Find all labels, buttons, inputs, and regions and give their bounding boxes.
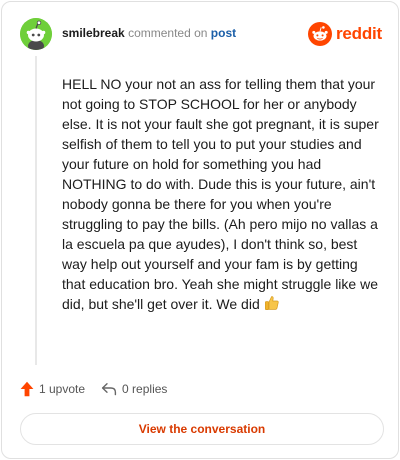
comment-text: HELL NO your not an ass for telling them… <box>62 76 379 312</box>
comment-header: smilebreak commented on post <box>62 26 236 40</box>
reddit-snoo-icon <box>307 22 332 46</box>
comment-body: HELL NO your not an ass for telling them… <box>62 74 384 316</box>
thumbs-up-icon <box>264 295 280 316</box>
comment-actions: 1 upvote 0 replies <box>20 380 167 398</box>
reddit-wordmark: reddit <box>335 24 382 43</box>
username-link[interactable]: smilebreak <box>62 26 125 40</box>
comment-card: smilebreak commented on post reddit HELL… <box>1 1 399 459</box>
commented-on-label: commented on <box>128 26 208 40</box>
reply-count: 0 replies <box>122 382 168 396</box>
post-link[interactable]: post <box>211 26 236 40</box>
thread-line[interactable] <box>35 56 37 365</box>
avatar[interactable] <box>20 18 52 50</box>
view-conversation-button[interactable]: View the conversation <box>20 413 384 445</box>
reply-arrow-icon <box>101 383 117 396</box>
upvote-arrow-icon <box>20 381 34 397</box>
upvote-button[interactable]: 1 upvote <box>20 381 85 397</box>
reddit-logo[interactable]: reddit <box>307 21 382 47</box>
upvote-count: 1 upvote <box>39 382 86 396</box>
reply-button[interactable]: 0 replies <box>101 382 167 396</box>
